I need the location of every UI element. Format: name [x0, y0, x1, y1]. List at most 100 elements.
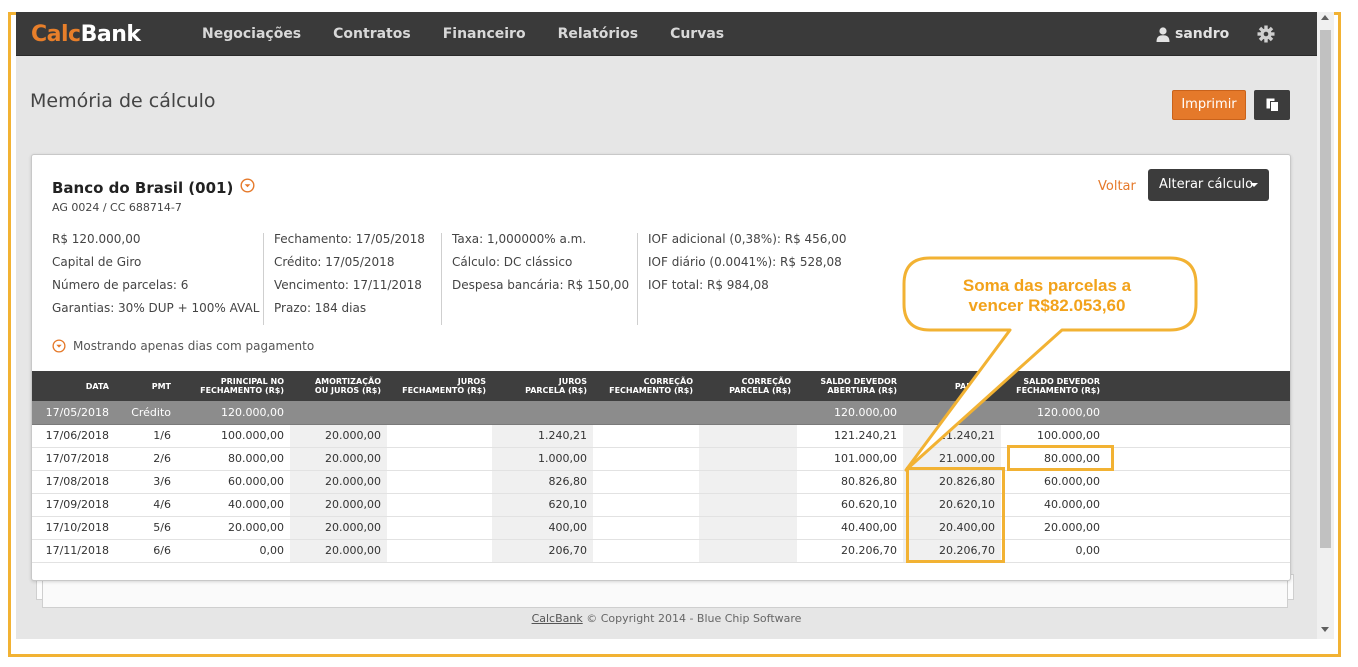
table-cell: [699, 539, 797, 563]
table-row: 17/05/2018 Crédito 120.000,00 120.000,00 120…: [32, 401, 1290, 425]
copy-button[interactable]: [1254, 90, 1290, 120]
table-row: 17/06/2018 1/6 100.000,00 20.000,00 1.240,21…: [32, 424, 1290, 448]
column-header: CORREÇÃO FECHAMENTO (R$): [593, 371, 699, 401]
info-iof-total: IOF total: R$ 984,08: [648, 278, 769, 292]
scroll-up-arrow-icon[interactable]: [1321, 15, 1329, 20]
table-cell: 17/11/2018: [32, 539, 115, 563]
user-name: sandro: [1175, 26, 1230, 42]
page-title: Memória de cálculo: [30, 90, 216, 112]
table-cell: 40.400,00: [797, 516, 903, 540]
agency-account: AG 0024 / CC 688714-7: [52, 201, 182, 214]
table-cell: 400,00: [492, 516, 593, 540]
print-button[interactable]: Imprimir: [1172, 90, 1246, 120]
back-link[interactable]: Voltar: [1098, 179, 1136, 194]
table-cell: 3/6: [115, 470, 177, 494]
column-header-line: AMORTIZAÇÃO: [314, 377, 381, 386]
annotation-callout-text: Soma das parcelas a vencer R$82.053,60: [906, 276, 1188, 316]
bank-name: Banco do Brasil (001): [52, 178, 234, 197]
table-cell: 1/6: [115, 424, 177, 448]
table-cell: 620,10: [492, 493, 593, 517]
table-cell: 6/6: [115, 539, 177, 563]
table-cell: [699, 447, 797, 471]
table-cell-spacer: [1106, 516, 1290, 540]
column-header-line: CORREÇÃO: [741, 377, 791, 386]
table-cell: [699, 516, 797, 540]
bank-title: Banco do Brasil (001): [52, 178, 255, 197]
table-cell: 120.000,00: [1001, 401, 1106, 425]
table-cell: [387, 401, 492, 425]
annotation-line-2: vencer R$82.053,60: [968, 296, 1126, 315]
table-cell: 1.000,00: [492, 447, 593, 471]
table-cell: [387, 470, 492, 494]
table-cell: 100.000,00: [1001, 424, 1106, 448]
payment-days-label: Mostrando apenas dias com pagamento: [73, 339, 315, 353]
table-row: 17/07/2018 2/6 80.000,00 20.000,00 1.000,00 1…: [32, 447, 1290, 471]
table-body: 17/05/2018 Crédito 120.000,00 120.000,00 120…: [32, 401, 1290, 563]
calculation-table: DATA PMT PRINCIPAL NO FECHAMENTO (R$) AMORTI…: [32, 371, 1290, 563]
table-header-row: DATA PMT PRINCIPAL NO FECHAMENTO (R$) AMORTI…: [32, 371, 1290, 401]
nav-contratos[interactable]: Contratos: [317, 12, 427, 56]
column-header-line: SALDO DEVEDOR: [820, 377, 897, 386]
column-header-line: PMT: [151, 381, 171, 391]
table-cell: [593, 539, 699, 563]
column-header-line: SALDO DEVEDOR: [1023, 377, 1100, 386]
alter-calculation-button[interactable]: Alterar cálculo: [1148, 169, 1269, 201]
payment-days-filter[interactable]: Mostrando apenas dias com pagamento: [52, 339, 314, 353]
nav-negociacoes[interactable]: Negociações: [186, 12, 317, 56]
info-column-loan: R$ 120.000,00 Capital de Giro Número de …: [52, 231, 259, 323]
column-header: PARCELA: [903, 371, 1001, 401]
column-header-line: PARCELA (R$): [729, 386, 791, 395]
logo[interactable]: CalcBank: [31, 22, 141, 47]
footer-calcbank-link[interactable]: CalcBank: [532, 612, 583, 625]
table-cell-spacer: [1106, 470, 1290, 494]
table-cell: [387, 539, 492, 563]
table-cell-spacer: [1106, 539, 1290, 563]
table-cell: [699, 401, 797, 425]
table-cell: 20.826,80: [903, 470, 1001, 494]
table-cell: 100.000,00: [177, 424, 290, 448]
nav-curvas[interactable]: Curvas: [654, 12, 740, 56]
table-cell: [699, 424, 797, 448]
divider: [441, 233, 442, 325]
column-header-line: FECHAMENTO (R$): [1016, 386, 1100, 395]
table-cell: 0,00: [177, 539, 290, 563]
table-cell: 20.000,00: [1001, 516, 1106, 540]
footer-copyright: © Copyright 2014 - Blue Chip Software: [586, 612, 802, 625]
column-header: AMORTIZAÇÃO OU JUROS (R$): [290, 371, 387, 401]
table-cell: 20.000,00: [290, 493, 387, 517]
calculation-card: Banco do Brasil (001) AG 0024 / CC 68871…: [31, 154, 1291, 581]
info-column-rate: Taxa: 1,000000% a.m. Cálculo: DC clássic…: [452, 231, 629, 300]
column-header: PRINCIPAL NO FECHAMENTO (R$): [177, 371, 290, 401]
column-header-line: DATA: [85, 381, 109, 391]
caret-down-icon: [1250, 183, 1258, 187]
table-cell: 20.000,00: [177, 516, 290, 540]
settings-gear-icon[interactable]: [1257, 25, 1275, 46]
alter-calculation-label: Alterar cálculo: [1159, 177, 1254, 192]
nav-financeiro[interactable]: Financeiro: [427, 12, 542, 56]
table-cell: [593, 493, 699, 517]
table-cell: 17/08/2018: [32, 470, 115, 494]
info-rate: Taxa: 1,000000% a.m.: [452, 232, 587, 246]
bank-dropdown-chevron-icon[interactable]: [240, 178, 255, 197]
table-cell: 60.620,10: [797, 493, 903, 517]
info-column-dates: Fechamento: 17/05/2018 Crédito: 17/05/20…: [274, 231, 425, 323]
scroll-down-arrow-icon[interactable]: [1321, 627, 1329, 632]
table-cell: 20.000,00: [290, 516, 387, 540]
column-header: DATA: [32, 371, 115, 401]
table-cell: 80.000,00: [177, 447, 290, 471]
table-row: 17/11/2018 6/6 0,00 20.000,00 206,70 20.206,7…: [32, 539, 1290, 563]
column-header-line: PRINCIPAL NO: [220, 377, 284, 386]
column-header-line: CORREÇÃO: [643, 377, 693, 386]
table-cell: [593, 424, 699, 448]
table-cell: 1.240,21: [492, 424, 593, 448]
nav-relatorios[interactable]: Relatórios: [542, 12, 655, 56]
divider: [263, 233, 264, 325]
table-cell: 60.000,00: [177, 470, 290, 494]
table-cell: [593, 447, 699, 471]
scrollbar-thumb[interactable]: [1320, 30, 1331, 548]
top-navbar: CalcBank Negociações Contratos Financeir…: [16, 12, 1317, 56]
table-cell: 40.000,00: [1001, 493, 1106, 517]
table-cell: 20.000,00: [290, 470, 387, 494]
user-menu[interactable]: sandro: [1156, 12, 1229, 56]
table-cell: 20.620,10: [903, 493, 1001, 517]
